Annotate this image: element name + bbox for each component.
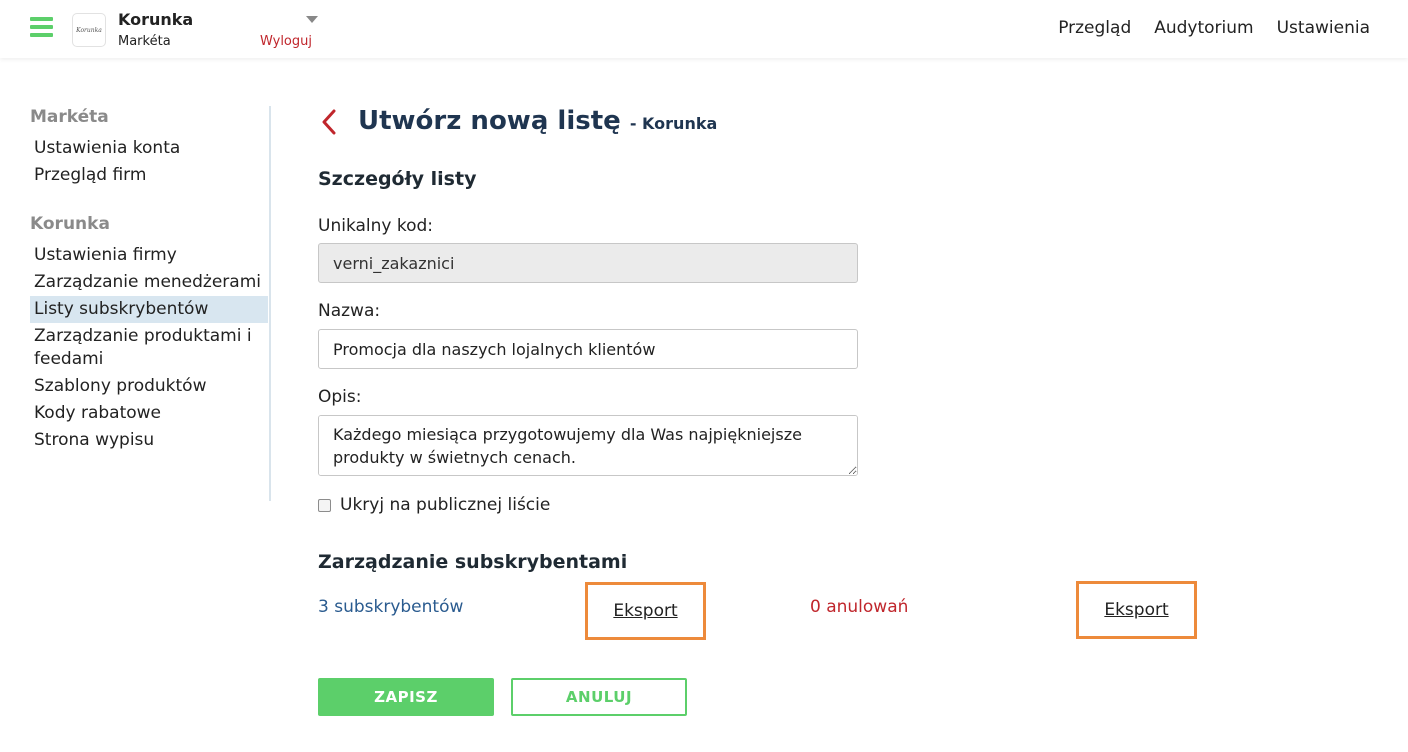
hide-option: Ukryj na publicznej liście: [318, 495, 550, 515]
sidebar-item-discount-codes[interactable]: Kody rabatowe: [30, 400, 270, 427]
sidebar-item-subscriber-lists[interactable]: Listy subskrybentów: [30, 296, 268, 323]
cancellations-count-link[interactable]: 0 anulowań: [810, 597, 908, 617]
code-label: Unikalny kod:: [318, 216, 434, 236]
code-field: [318, 243, 858, 283]
sidebar-item-companies-overview[interactable]: Przegląd firm: [30, 162, 270, 189]
export-cancellations-highlight: Eksport: [1076, 581, 1197, 639]
company-logo: Korunka: [72, 13, 106, 47]
sidebar-user-heading: Markéta: [30, 107, 109, 127]
sidebar-item-account-settings[interactable]: Ustawienia konta: [30, 135, 270, 162]
company-name: Korunka: [118, 10, 194, 29]
sidebar-item-company-settings[interactable]: Ustawienia firmy: [30, 242, 270, 269]
details-heading: Szczegóły listy: [318, 168, 477, 190]
name-field[interactable]: [318, 329, 858, 369]
page-title-text: Utwórz nową listę: [358, 106, 621, 136]
name-label: Nazwa:: [318, 301, 381, 321]
hide-checkbox[interactable]: [318, 498, 331, 512]
save-button[interactable]: ZAPISZ: [318, 678, 494, 716]
sidebar-item-managers[interactable]: Zarządzanie menedżerami: [30, 269, 270, 296]
subscribers-heading: Zarządzanie subskrybentami: [318, 551, 628, 573]
sidebar-item-product-templates[interactable]: Szablony produktów: [30, 373, 270, 400]
sidebar: Markéta Ustawienia konta Przegląd firm K…: [30, 106, 270, 478]
user-name: Markéta: [118, 34, 171, 49]
subscribers-count-link[interactable]: 3 subskrybentów: [318, 597, 463, 617]
sidebar-company-group: Korunka Ustawienia firmy Zarządzanie men…: [30, 213, 270, 454]
nav-audience[interactable]: Audytorium: [1154, 18, 1253, 38]
cancel-button[interactable]: ANULUJ: [511, 678, 687, 716]
sidebar-company-heading: Korunka: [30, 214, 110, 234]
sidebar-item-products-feeds[interactable]: Zarządzanie produktami i feedami: [30, 323, 270, 373]
page-title: Utwórz nową listę - Korunka: [358, 106, 717, 136]
menu-icon[interactable]: [30, 17, 53, 37]
page-title-suffix: - Korunka: [629, 114, 718, 133]
description-label: Opis:: [318, 387, 362, 407]
sidebar-divider: [269, 106, 271, 501]
export-cancellations-link[interactable]: Eksport: [1104, 600, 1168, 620]
chevron-down-icon[interactable]: [306, 16, 318, 23]
export-subscribers-highlight: Eksport: [585, 582, 706, 640]
back-arrow-icon[interactable]: [318, 108, 344, 136]
export-subscribers-link[interactable]: Eksport: [613, 601, 677, 621]
top-bar: Korunka Korunka Markéta Wyloguj Przegląd…: [0, 0, 1408, 58]
hide-checkbox-label: Ukryj na publicznej liście: [340, 495, 551, 515]
nav-overview[interactable]: Przegląd: [1058, 18, 1131, 38]
top-nav: Przegląd Audytorium Ustawienia: [1058, 18, 1370, 38]
sidebar-item-unsubscribe-page[interactable]: Strona wypisu: [30, 427, 270, 454]
description-field[interactable]: Każdego miesiąca przygotowujemy dla Was …: [318, 415, 858, 476]
sidebar-user-group: Markéta Ustawienia konta Przegląd firm: [30, 106, 270, 189]
nav-settings[interactable]: Ustawienia: [1277, 18, 1370, 38]
logout-link[interactable]: Wyloguj: [260, 34, 312, 49]
